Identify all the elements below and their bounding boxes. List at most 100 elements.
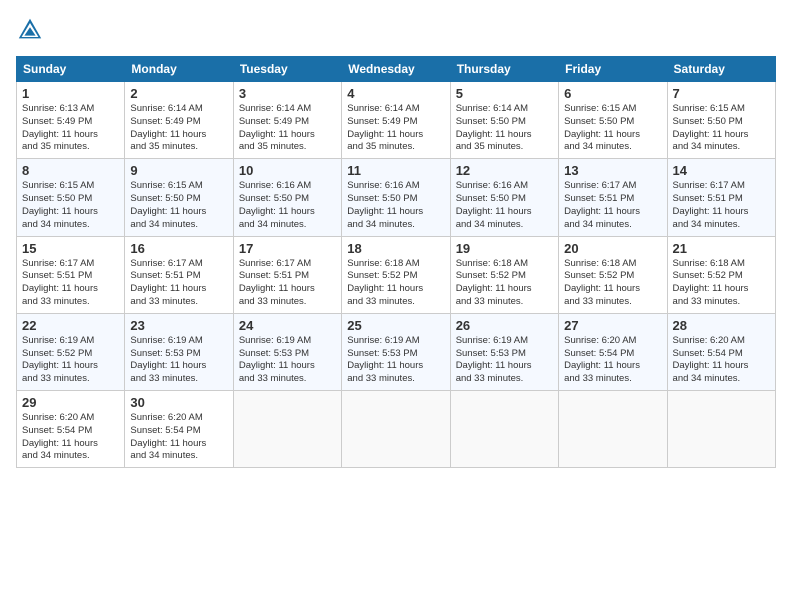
- day-number: 6: [564, 86, 661, 101]
- week-row-5: 29 Sunrise: 6:20 AM Sunset: 5:54 PM Dayli…: [17, 391, 776, 468]
- day-info: Sunrise: 6:18 AM Sunset: 5:52 PM Dayligh…: [564, 258, 661, 309]
- day-cell: 19Sunrise: 6:18 AM Sunset: 5:52 PM Dayli…: [450, 236, 558, 313]
- day-info: Sunrise: 6:20 AM Sunset: 5:54 PM Dayligh…: [564, 335, 661, 386]
- day-cell: 7 Sunrise: 6:15 AM Sunset: 5:50 PM Daylig…: [667, 82, 775, 159]
- day-info: Sunrise: 6:13 AM Sunset: 5:49 PM Dayligh…: [22, 103, 119, 154]
- day-info: Sunrise: 6:20 AM Sunset: 5:54 PM Dayligh…: [22, 412, 119, 463]
- col-header-saturday: Saturday: [667, 57, 775, 82]
- day-number: 2: [130, 86, 227, 101]
- day-info: Sunrise: 6:15 AM Sunset: 5:50 PM Dayligh…: [673, 103, 770, 154]
- day-cell: [342, 391, 450, 468]
- day-info: Sunrise: 6:14 AM Sunset: 5:49 PM Dayligh…: [239, 103, 336, 154]
- day-cell: 11 Sunrise: 6:16 AM Sunset: 5:50 PM Dayli…: [342, 159, 450, 236]
- day-number: 24: [239, 318, 336, 333]
- day-number: 19: [456, 241, 553, 256]
- day-number: 29: [22, 395, 119, 410]
- day-info: Sunrise: 6:17 AM Sunset: 5:51 PM Dayligh…: [22, 258, 119, 309]
- col-header-tuesday: Tuesday: [233, 57, 341, 82]
- day-cell: [233, 391, 341, 468]
- day-number: 17: [239, 241, 336, 256]
- day-info: Sunrise: 6:16 AM Sunset: 5:50 PM Dayligh…: [347, 180, 444, 231]
- day-number: 5: [456, 86, 553, 101]
- day-cell: 2 Sunrise: 6:14 AM Sunset: 5:49 PM Daylig…: [125, 82, 233, 159]
- day-number: 15: [22, 241, 119, 256]
- day-info: Sunrise: 6:19 AM Sunset: 5:53 PM Dayligh…: [347, 335, 444, 386]
- day-cell: 6 Sunrise: 6:15 AM Sunset: 5:50 PM Daylig…: [559, 82, 667, 159]
- day-cell: 3 Sunrise: 6:14 AM Sunset: 5:49 PM Daylig…: [233, 82, 341, 159]
- day-cell: 13 Sunrise: 6:17 AM Sunset: 5:51 PM Dayli…: [559, 159, 667, 236]
- day-cell: [450, 391, 558, 468]
- week-row-2: 8Sunrise: 6:15 AM Sunset: 5:50 PM Daylig…: [17, 159, 776, 236]
- day-cell: 17 Sunrise: 6:17 AM Sunset: 5:51 PM Dayli…: [233, 236, 341, 313]
- day-info: Sunrise: 6:15 AM Sunset: 5:50 PM Dayligh…: [564, 103, 661, 154]
- day-info: Sunrise: 6:18 AM Sunset: 5:52 PM Dayligh…: [347, 258, 444, 309]
- day-number: 25: [347, 318, 444, 333]
- day-number: 26: [456, 318, 553, 333]
- day-cell: 29 Sunrise: 6:20 AM Sunset: 5:54 PM Dayli…: [17, 391, 125, 468]
- day-cell: 1 Sunrise: 6:13 AM Sunset: 5:49 PM Daylig…: [17, 82, 125, 159]
- day-number: 14: [673, 163, 770, 178]
- day-number: 4: [347, 86, 444, 101]
- week-row-4: 22 Sunrise: 6:19 AM Sunset: 5:52 PM Dayli…: [17, 313, 776, 390]
- day-cell: 16 Sunrise: 6:17 AM Sunset: 5:51 PM Dayli…: [125, 236, 233, 313]
- day-info: Sunrise: 6:17 AM Sunset: 5:51 PM Dayligh…: [673, 180, 770, 231]
- day-cell: 18 Sunrise: 6:18 AM Sunset: 5:52 PM Dayli…: [342, 236, 450, 313]
- day-cell: 20 Sunrise: 6:18 AM Sunset: 5:52 PM Dayli…: [559, 236, 667, 313]
- week-row-1: 1 Sunrise: 6:13 AM Sunset: 5:49 PM Daylig…: [17, 82, 776, 159]
- day-number: 20: [564, 241, 661, 256]
- day-info: Sunrise: 6:20 AM Sunset: 5:54 PM Dayligh…: [130, 412, 227, 463]
- day-cell: 30Sunrise: 6:20 AM Sunset: 5:54 PM Dayli…: [125, 391, 233, 468]
- day-cell: 27 Sunrise: 6:20 AM Sunset: 5:54 PM Dayli…: [559, 313, 667, 390]
- day-info: Sunrise: 6:19 AM Sunset: 5:53 PM Dayligh…: [456, 335, 553, 386]
- day-cell: 23 Sunrise: 6:19 AM Sunset: 5:53 PM Dayli…: [125, 313, 233, 390]
- day-cell: 25 Sunrise: 6:19 AM Sunset: 5:53 PM Dayli…: [342, 313, 450, 390]
- day-info: Sunrise: 6:14 AM Sunset: 5:49 PM Dayligh…: [130, 103, 227, 154]
- day-info: Sunrise: 6:16 AM Sunset: 5:50 PM Dayligh…: [456, 180, 553, 231]
- day-info: Sunrise: 6:16 AM Sunset: 5:50 PM Dayligh…: [239, 180, 336, 231]
- day-number: 10: [239, 163, 336, 178]
- day-info: Sunrise: 6:14 AM Sunset: 5:50 PM Dayligh…: [456, 103, 553, 154]
- week-row-3: 15 Sunrise: 6:17 AM Sunset: 5:51 PM Dayli…: [17, 236, 776, 313]
- day-number: 18: [347, 241, 444, 256]
- day-info: Sunrise: 6:17 AM Sunset: 5:51 PM Dayligh…: [130, 258, 227, 309]
- col-header-sunday: Sunday: [17, 57, 125, 82]
- page: SundayMondayTuesdayWednesdayThursdayFrid…: [0, 0, 792, 612]
- day-cell: 28 Sunrise: 6:20 AM Sunset: 5:54 PM Dayli…: [667, 313, 775, 390]
- header-row: SundayMondayTuesdayWednesdayThursdayFrid…: [17, 57, 776, 82]
- day-number: 9: [130, 163, 227, 178]
- day-cell: 9 Sunrise: 6:15 AM Sunset: 5:50 PM Daylig…: [125, 159, 233, 236]
- day-number: 12: [456, 163, 553, 178]
- day-cell: 5 Sunrise: 6:14 AM Sunset: 5:50 PM Daylig…: [450, 82, 558, 159]
- day-info: Sunrise: 6:18 AM Sunset: 5:52 PM Dayligh…: [673, 258, 770, 309]
- day-cell: [559, 391, 667, 468]
- logo-icon: [16, 16, 44, 44]
- day-info: Sunrise: 6:15 AM Sunset: 5:50 PM Dayligh…: [22, 180, 119, 231]
- col-header-wednesday: Wednesday: [342, 57, 450, 82]
- day-info: Sunrise: 6:17 AM Sunset: 5:51 PM Dayligh…: [564, 180, 661, 231]
- day-info: Sunrise: 6:20 AM Sunset: 5:54 PM Dayligh…: [673, 335, 770, 386]
- day-info: Sunrise: 6:19 AM Sunset: 5:53 PM Dayligh…: [130, 335, 227, 386]
- day-number: 11: [347, 163, 444, 178]
- day-info: Sunrise: 6:17 AM Sunset: 5:51 PM Dayligh…: [239, 258, 336, 309]
- day-cell: 12 Sunrise: 6:16 AM Sunset: 5:50 PM Dayli…: [450, 159, 558, 236]
- day-number: 22: [22, 318, 119, 333]
- day-cell: 15 Sunrise: 6:17 AM Sunset: 5:51 PM Dayli…: [17, 236, 125, 313]
- day-number: 3: [239, 86, 336, 101]
- day-cell: 14 Sunrise: 6:17 AM Sunset: 5:51 PM Dayli…: [667, 159, 775, 236]
- day-number: 7: [673, 86, 770, 101]
- day-number: 23: [130, 318, 227, 333]
- day-cell: [667, 391, 775, 468]
- day-info: Sunrise: 6:14 AM Sunset: 5:49 PM Dayligh…: [347, 103, 444, 154]
- day-info: Sunrise: 6:19 AM Sunset: 5:53 PM Dayligh…: [239, 335, 336, 386]
- day-cell: 24 Sunrise: 6:19 AM Sunset: 5:53 PM Dayli…: [233, 313, 341, 390]
- day-cell: 22 Sunrise: 6:19 AM Sunset: 5:52 PM Dayli…: [17, 313, 125, 390]
- day-info: Sunrise: 6:19 AM Sunset: 5:52 PM Dayligh…: [22, 335, 119, 386]
- day-number: 1: [22, 86, 119, 101]
- day-number: 13: [564, 163, 661, 178]
- day-number: 16: [130, 241, 227, 256]
- day-info: Sunrise: 6:15 AM Sunset: 5:50 PM Dayligh…: [130, 180, 227, 231]
- day-number: 28: [673, 318, 770, 333]
- day-cell: 26 Sunrise: 6:19 AM Sunset: 5:53 PM Dayli…: [450, 313, 558, 390]
- day-number: 27: [564, 318, 661, 333]
- day-number: 21: [673, 241, 770, 256]
